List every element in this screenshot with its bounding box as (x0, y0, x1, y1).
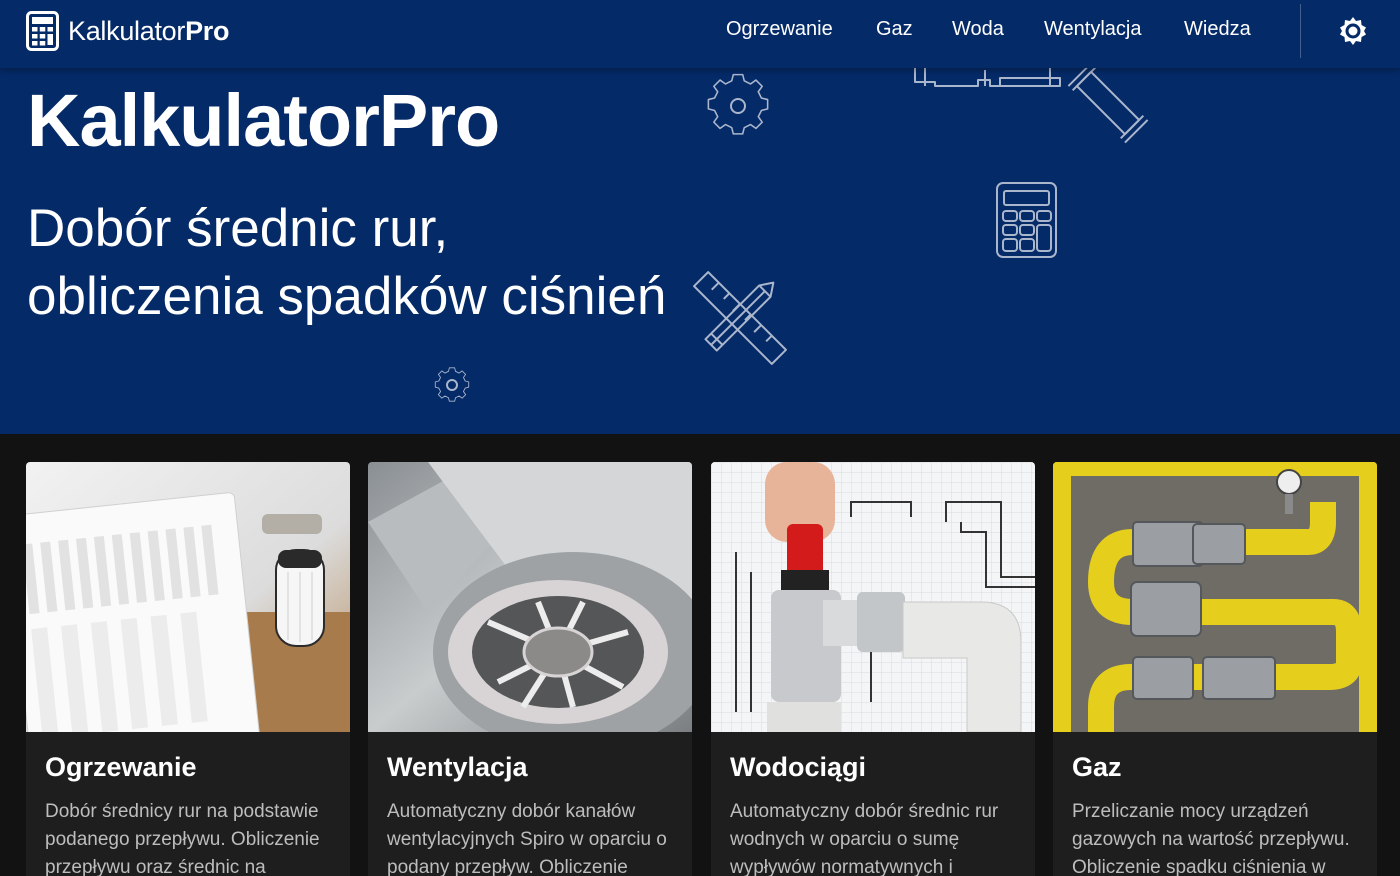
card-image-water-valve (711, 462, 1035, 732)
nav-link-wentylacja[interactable]: Wentylacja (1044, 18, 1141, 41)
card-description: Dobór średnicy rur na podstawie podanego… (45, 801, 320, 876)
pencil-ruler-icon (693, 271, 787, 365)
brand-name: KalkulatorPro (68, 16, 229, 47)
card-title: Wentylacja (387, 752, 528, 782)
top-navbar: KalkulatorPro Ogrzewanie Gaz Woda Wentyl… (0, 0, 1400, 68)
card-title: Wodociągi (730, 752, 867, 782)
nav-link-wiedza[interactable]: Wiedza (1184, 18, 1251, 41)
card-title: Ogrzewanie (45, 752, 197, 782)
hero-subtitle: Dobór średnic rur, obliczenia spadków ci… (27, 195, 666, 331)
card-image-radiator (26, 462, 350, 732)
gear-icon (434, 367, 470, 402)
card-wentylacja[interactable]: Wentylacja Automatyczny dobór kanałów we… (368, 462, 692, 876)
hero-subtitle-line-1: Dobór średnic rur, (27, 199, 449, 258)
brand-name-bold: Pro (185, 15, 230, 46)
card-description: Przeliczanie mocy urządzeń gazowych na w… (1072, 801, 1350, 876)
calculator-icon (996, 182, 1057, 258)
calculator-icon (26, 11, 59, 51)
card-image-gas-pipes (1053, 462, 1377, 732)
nav-link-woda[interactable]: Woda (952, 18, 1004, 41)
card-ogrzewanie[interactable]: Ogrzewanie Dobór średnicy rur na podstaw… (26, 462, 350, 876)
gear-icon (707, 73, 769, 135)
hero-title: KalkulatorPro (27, 79, 500, 162)
card-image-ventilation (368, 462, 692, 732)
card-title: Gaz (1072, 752, 1122, 782)
brightness-icon[interactable] (1336, 14, 1370, 48)
nav-link-ogrzewanie[interactable]: Ogrzewanie (726, 18, 833, 41)
hero-subtitle-line-2: obliczenia spadków ciśnień (27, 267, 667, 326)
nav-link-gaz[interactable]: Gaz (876, 18, 913, 41)
card-wodociagi[interactable]: Wodociągi Automatyczny dobór średnic rur… (711, 462, 1035, 876)
pipe-icon (1067, 62, 1149, 144)
card-description: Automatyczny dobór średnic rur wodnych w… (730, 801, 999, 876)
brand-name-light: Kalkulator (68, 15, 186, 46)
category-cards: Ogrzewanie Dobór średnicy rur na podstaw… (0, 434, 1400, 876)
brand-logo-link[interactable]: KalkulatorPro (26, 10, 229, 52)
card-description: Automatyczny dobór kanałów wentylacyjnyc… (387, 801, 667, 876)
card-gaz[interactable]: Gaz Przeliczanie mocy urządzeń gazowych … (1053, 462, 1377, 876)
nav-divider (1300, 4, 1301, 58)
